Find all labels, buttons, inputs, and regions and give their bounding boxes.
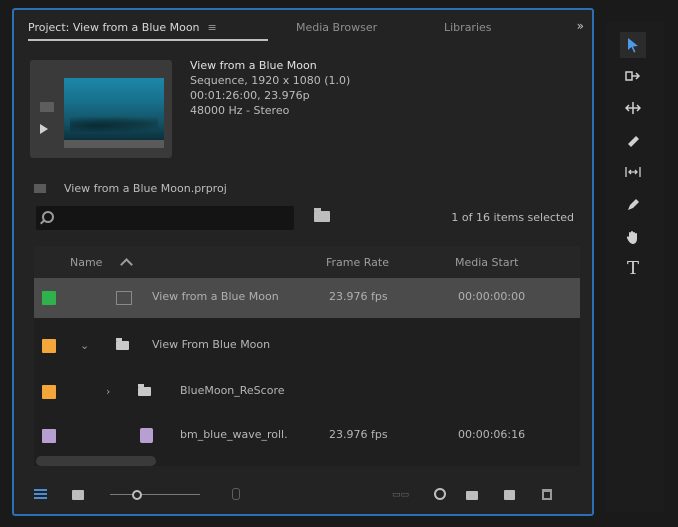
tools-panel: T [606,22,664,512]
column-header-media-start[interactable]: Media Start [455,256,518,269]
zoom-slider-track[interactable] [110,494,200,495]
item-name[interactable]: View from a Blue Moon [152,290,279,303]
project-item-list: Name Frame Rate Media Start View from a … [34,246,580,466]
bin-folder-icon [138,384,151,396]
tab-project[interactable]: Project: View from a Blue Moon ≡ [28,21,217,34]
chevron-right-icon[interactable]: › [106,385,110,398]
play-icon[interactable] [40,124,48,134]
column-header-name[interactable]: Name [70,256,102,269]
panel-tabs: Project: View from a Blue Moon ≡ Media Br… [14,10,592,44]
slip-icon[interactable] [620,160,646,186]
item-name[interactable]: BlueMoon_ReScore [180,384,285,397]
chevron-down-icon[interactable]: ⌄ [80,339,89,352]
item-name[interactable]: bm_blue_wave_roll. [180,428,288,441]
sequence-icon [116,291,132,305]
type-icon[interactable]: T [620,256,646,282]
list-header: Name Frame Rate Media Start [34,246,580,278]
audio-clip-icon [140,428,153,443]
panel-bottom-bar: ▭▭ [14,472,592,514]
razor-icon[interactable] [620,128,646,154]
item-media-start: 00:00:06:16 [458,428,526,441]
sort-ascending-icon[interactable] [120,258,133,271]
track-select-icon[interactable] [620,64,646,90]
find-icon[interactable] [434,488,446,500]
pen-icon[interactable] [620,192,646,218]
trash-icon[interactable] [542,489,552,500]
more-tabs-button[interactable]: » [577,19,584,33]
film-icon [40,102,54,112]
sort-icons-icon[interactable] [232,488,240,500]
item-media-start: 00:00:00:00 [458,290,526,303]
poster-frame-scrubber[interactable] [64,140,164,148]
preview-thumbnail [64,78,164,140]
clip-sequence-info: Sequence, 1920 x 1080 (1.0) [190,74,351,87]
project-panel: Project: View from a Blue Moon ≡ Media Br… [12,8,594,516]
list-view-icon[interactable] [34,489,47,500]
panel-menu-icon[interactable]: ≡ [208,21,217,34]
new-item-icon[interactable] [504,490,515,500]
label-color-swatch[interactable] [42,291,56,305]
ripple-edit-icon[interactable] [620,96,646,122]
table-row[interactable]: View from a Blue Moon 23.976 fps 00:00:0… [34,278,580,318]
column-header-frame-rate[interactable]: Frame Rate [326,256,389,269]
clip-info: View from a Blue Moon Sequence, 1920 x 1… [190,58,350,118]
clip-audio-info: 48000 Hz - Stereo [190,104,290,117]
selection-tool-icon[interactable] [620,32,646,58]
item-frame-rate: 23.976 fps [329,428,388,441]
label-color-swatch[interactable] [42,429,56,443]
label-color-swatch[interactable] [42,339,56,353]
project-file-icon [34,184,46,193]
item-frame-rate: 23.976 fps [329,290,388,303]
new-bin-icon[interactable] [466,491,478,500]
selection-count: 1 of 16 items selected [451,211,574,224]
zoom-slider-thumb[interactable] [132,490,142,500]
table-row[interactable]: bm_blue_wave_roll. 23.976 fps 00:00:06:1… [34,416,580,456]
hand-icon[interactable] [620,224,646,250]
item-name[interactable]: View From Blue Moon [152,338,270,351]
active-tab-underline [28,39,268,41]
search-icon [42,211,54,223]
tab-media-browser[interactable]: Media Browser [296,21,377,34]
clip-preview [30,60,172,158]
automate-to-sequence-icon[interactable]: ▭▭ [392,490,409,500]
project-file-row: View from a Blue Moon.prproj [34,182,227,195]
tab-project-label: Project: View from a Blue Moon [28,21,200,34]
tab-libraries[interactable]: Libraries [444,21,492,34]
bin-folder-icon [116,338,129,350]
label-color-swatch[interactable] [42,385,56,399]
table-row[interactable]: ⌄ View From Blue Moon [34,326,580,366]
icon-view-icon[interactable] [72,490,84,500]
project-file-name: View from a Blue Moon.prproj [64,182,227,195]
horizontal-scrollbar[interactable] [36,456,156,466]
clip-title: View from a Blue Moon [190,59,317,72]
table-row[interactable]: › BlueMoon_ReScore [34,372,580,412]
new-search-bin-icon[interactable] [314,208,330,222]
search-input[interactable] [36,206,294,230]
clip-duration-info: 00:01:26:00, 23.976p [190,89,310,102]
